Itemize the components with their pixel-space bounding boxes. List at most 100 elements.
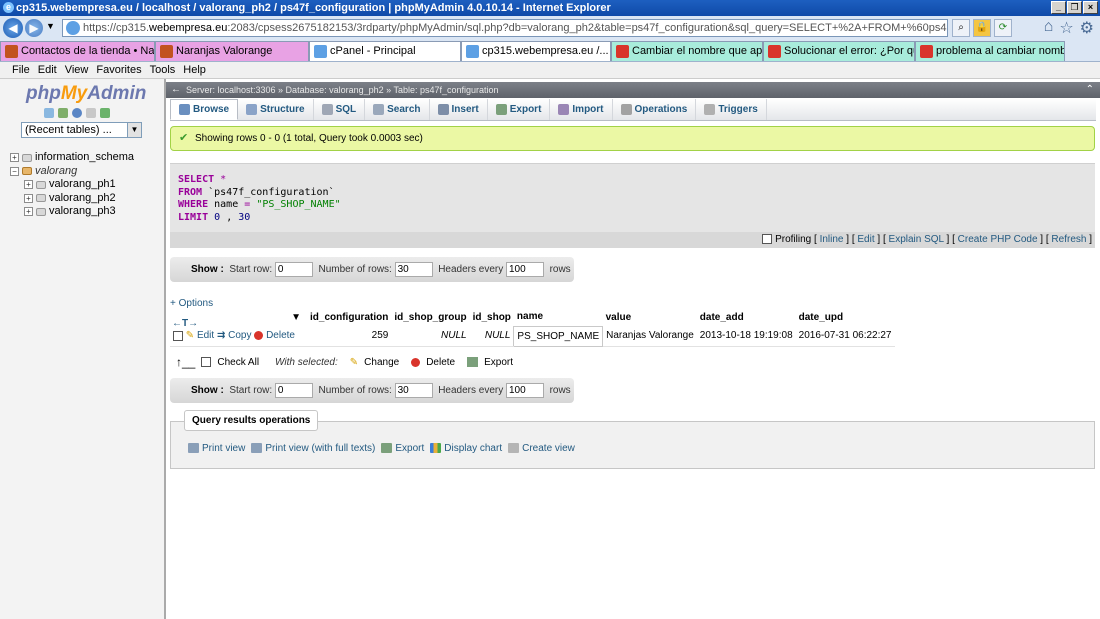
show-button[interactable]: Show : (191, 264, 224, 275)
browser-tab[interactable]: problema al cambiar nombr... (915, 41, 1065, 61)
browser-tab[interactable]: Cambiar el nombre que apa... (611, 41, 763, 61)
check-all-label[interactable]: Check All (217, 357, 259, 368)
inline-link[interactable]: Inline (820, 234, 844, 245)
change-button[interactable]: Change (364, 357, 399, 368)
check-all-checkbox[interactable] (201, 357, 212, 367)
row-checkbox[interactable] (173, 330, 183, 341)
tab-label[interactable]: Search (387, 99, 420, 120)
number-of-rows-input[interactable]: 30 (394, 382, 433, 398)
column-arrows-icon[interactable]: ←T→ (172, 318, 198, 329)
tab-insert[interactable]: Insert (430, 99, 488, 120)
sort-dropdown-icon[interactable]: ▼ (291, 312, 301, 323)
tab-label[interactable]: problema al cambiar nombr... (936, 45, 1064, 57)
explain-sql-link[interactable]: Explain SQL (889, 234, 944, 245)
address-input[interactable]: https://cp315.webempresa.eu:2083/cpsess2… (62, 19, 948, 37)
column-header[interactable]: name (513, 308, 603, 326)
tree-item-information-schema[interactable]: + information_schema (10, 151, 134, 165)
tab-label[interactable]: Insert (452, 99, 479, 120)
delete-link[interactable]: Delete (266, 330, 295, 341)
collapse-icon[interactable]: ⌃ (1086, 82, 1094, 98)
home-icon[interactable] (44, 108, 54, 118)
tab-triggers[interactable]: Triggers (696, 99, 767, 120)
browser-tab[interactable]: cp315.webempresa.eu /... × (461, 41, 611, 61)
create-php-code-link[interactable]: Create PHP Code (958, 234, 1038, 245)
export-icon[interactable] (467, 357, 479, 367)
cell-id-shop[interactable]: NULL (469, 326, 514, 347)
forward-button[interactable]: ▶ (25, 19, 43, 37)
cell-id-shop-group[interactable]: NULL (391, 326, 470, 347)
delete-button[interactable]: Delete (426, 357, 455, 368)
delete-icon[interactable] (411, 357, 421, 367)
expand-icon[interactable]: + (24, 180, 33, 190)
tab-label[interactable]: SQL (336, 99, 357, 120)
history-dropdown-icon[interactable]: ▼ (46, 21, 55, 31)
tree-item-label[interactable]: valorang (35, 165, 77, 178)
tab-label[interactable]: Import (572, 99, 603, 120)
refresh-icon[interactable]: ⟳ (994, 19, 1012, 37)
refresh-link[interactable]: Refresh (1051, 234, 1086, 245)
tab-operations[interactable]: Operations (613, 99, 697, 120)
favorites-star-icon[interactable]: ☆ (1059, 18, 1073, 38)
copy-link[interactable]: Copy (228, 330, 251, 341)
browser-tab[interactable]: Solucionar el error: ¿Por qu... (763, 41, 915, 61)
tab-search[interactable]: Search (365, 99, 430, 120)
minimize-button[interactable]: _ (1051, 1, 1066, 14)
expand-icon[interactable]: + (24, 193, 33, 203)
menu-item[interactable]: View (65, 62, 89, 78)
column-header[interactable]: date_upd (795, 308, 895, 326)
tab-label[interactable]: Browse (193, 99, 229, 120)
tab-label[interactable]: Solucionar el error: ¿Por qu... (784, 45, 914, 57)
export-link[interactable]: Export (381, 443, 424, 454)
start-row-input[interactable]: 0 (274, 382, 313, 398)
tree-item-label[interactable]: information_schema (35, 151, 134, 164)
tab-label[interactable]: Structure (260, 99, 304, 120)
cell-date-upd[interactable]: 2016-07-31 06:22:27 (795, 326, 895, 347)
collapse-icon[interactable]: − (10, 166, 19, 176)
gear-icon[interactable]: ⚙ (1080, 18, 1094, 38)
tab-label[interactable]: Operations (635, 99, 688, 120)
headers-every-input[interactable]: 100 (506, 261, 544, 277)
docs-icon[interactable] (86, 108, 96, 118)
tree-item-valorang[interactable]: − valorang (10, 165, 134, 179)
start-row-input[interactable]: 0 (274, 261, 313, 277)
expand-icon[interactable]: + (10, 153, 19, 163)
restore-button[interactable]: ❐ (1067, 1, 1082, 14)
back-button[interactable]: ◀ (3, 18, 23, 38)
tab-label[interactable]: cPanel - Principal (330, 45, 416, 57)
link-label[interactable]: Export (395, 443, 424, 454)
menu-item[interactable]: Edit (38, 62, 57, 78)
menu-item[interactable]: Favorites (96, 62, 141, 78)
expand-icon[interactable]: + (24, 207, 33, 217)
delete-icon[interactable] (254, 331, 264, 341)
menu-item[interactable]: Tools (150, 62, 176, 78)
tree-item-valorang-ph2[interactable]: + valorang_ph2 (10, 192, 134, 206)
column-header[interactable]: value (602, 308, 697, 326)
tree-item-label[interactable]: valorang_ph1 (49, 178, 116, 191)
tab-label[interactable]: Triggers (718, 99, 757, 120)
edit-link[interactable]: Edit (197, 330, 214, 341)
help-icon[interactable] (72, 108, 82, 118)
tab-export[interactable]: Export (488, 99, 551, 120)
tab-label[interactable]: Naranjas Valorange (176, 45, 272, 57)
number-of-rows-input[interactable]: 30 (394, 261, 433, 277)
browser-tab[interactable]: Contactos de la tienda • Na... (0, 41, 155, 61)
breadcrumb-text[interactable]: Server: localhost:3306 » Database: valor… (186, 85, 499, 95)
tree-item-label[interactable]: valorang_ph3 (49, 205, 116, 218)
tab-sql[interactable]: SQL (314, 99, 366, 120)
link-label[interactable]: Create view (522, 443, 575, 454)
print-view-full-link[interactable]: Print view (with full texts) (251, 443, 375, 454)
show-button[interactable]: Show : (191, 385, 224, 396)
tree-item-label[interactable]: valorang_ph2 (49, 192, 116, 205)
link-label[interactable]: Print view (with full texts) (265, 443, 375, 454)
export-button[interactable]: Export (484, 357, 513, 368)
column-header[interactable]: id_shop (469, 308, 514, 326)
profiling-checkbox[interactable] (762, 234, 773, 245)
column-header[interactable]: date_add (696, 308, 796, 326)
create-view-link[interactable]: Create view (508, 443, 575, 454)
reload-icon[interactable] (100, 108, 110, 118)
link-label[interactable]: Print view (202, 443, 245, 454)
cell-value[interactable]: Naranjas Valorange (602, 326, 697, 347)
pencil-icon[interactable]: ✎ (350, 357, 358, 368)
tab-import[interactable]: Import (550, 99, 613, 120)
lock-icon[interactable]: 🔒 (973, 19, 991, 37)
